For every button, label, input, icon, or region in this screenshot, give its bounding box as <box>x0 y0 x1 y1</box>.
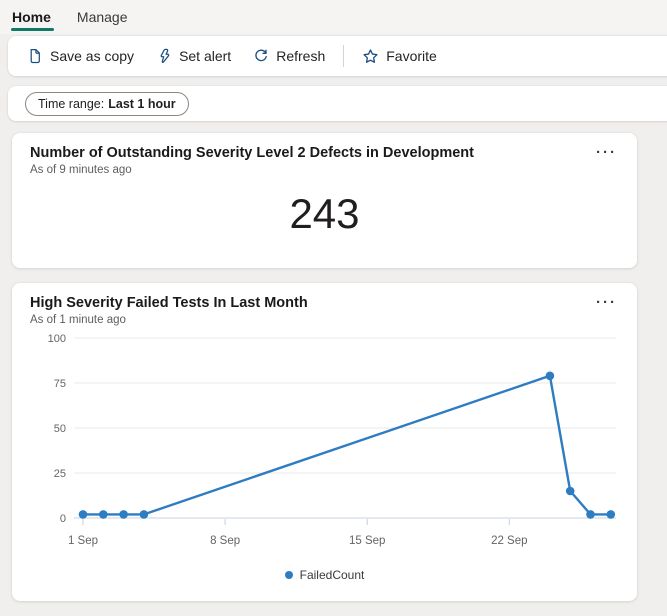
dashboard-screen: Home Manage Save as copy Set alert <box>0 0 667 616</box>
more-menu-icon[interactable]: ··· <box>590 289 623 316</box>
star-icon <box>362 48 379 65</box>
chart-legend[interactable]: FailedCount <box>12 568 637 582</box>
refresh-button[interactable]: Refresh <box>242 42 336 70</box>
refresh-label: Refresh <box>276 48 325 64</box>
defects-card-title: Number of Outstanding Severity Level 2 D… <box>30 144 619 162</box>
save-as-copy-button[interactable]: Save as copy <box>16 42 145 70</box>
time-range-label: Time range: <box>38 97 104 111</box>
svg-text:15 Sep: 15 Sep <box>349 535 385 547</box>
time-range-pill[interactable]: Time range: Last 1 hour <box>25 92 189 116</box>
chart-area: 0 25 50 75 100 1 Sep 8 Sep 15 Sep 22 Sep <box>12 330 637 558</box>
time-range-value: Last 1 hour <box>108 97 175 111</box>
failed-tests-chart[interactable]: 0 25 50 75 100 1 Sep 8 Sep 15 Sep 22 Sep <box>12 330 637 558</box>
svg-text:75: 75 <box>54 378 66 390</box>
set-alert-button[interactable]: Set alert <box>145 42 242 70</box>
defects-count-value: 243 <box>12 190 637 238</box>
svg-text:0: 0 <box>60 513 66 525</box>
copy-document-icon <box>27 48 43 64</box>
defects-card: Number of Outstanding Severity Level 2 D… <box>12 133 637 268</box>
tab-manage-label: Manage <box>77 9 128 25</box>
legend-series-label: FailedCount <box>300 568 365 582</box>
favorite-label: Favorite <box>386 48 437 64</box>
svg-text:22 Sep: 22 Sep <box>491 535 527 547</box>
toolbar: Save as copy Set alert Refresh <box>8 36 667 76</box>
svg-text:50: 50 <box>54 423 66 435</box>
svg-text:100: 100 <box>48 333 66 345</box>
active-tab-indicator <box>11 28 54 31</box>
lightning-bolt-icon <box>156 48 172 64</box>
failed-tests-card: High Severity Failed Tests In Last Month… <box>12 283 637 601</box>
defects-card-header: Number of Outstanding Severity Level 2 D… <box>12 133 637 176</box>
refresh-icon <box>253 48 269 64</box>
svg-text:1 Sep: 1 Sep <box>68 535 98 547</box>
tab-home[interactable]: Home <box>12 0 51 34</box>
svg-text:25: 25 <box>54 468 66 480</box>
tab-home-label: Home <box>12 9 51 25</box>
more-menu-icon[interactable]: ··· <box>590 139 623 166</box>
failed-tests-card-title: High Severity Failed Tests In Last Month <box>30 294 619 312</box>
save-as-copy-label: Save as copy <box>50 48 134 64</box>
legend-series-dot <box>285 571 293 579</box>
defects-card-asof: As of 9 minutes ago <box>30 164 619 176</box>
favorite-button[interactable]: Favorite <box>351 42 448 71</box>
toolbar-divider <box>343 45 344 67</box>
failed-tests-card-header: High Severity Failed Tests In Last Month… <box>12 283 637 326</box>
filter-bar: Time range: Last 1 hour <box>8 86 667 121</box>
tab-manage[interactable]: Manage <box>77 0 128 34</box>
tab-bar: Home Manage <box>0 0 667 34</box>
svg-text:8 Sep: 8 Sep <box>210 535 240 547</box>
set-alert-label: Set alert <box>179 48 231 64</box>
failed-tests-card-asof: As of 1 minute ago <box>30 314 619 326</box>
